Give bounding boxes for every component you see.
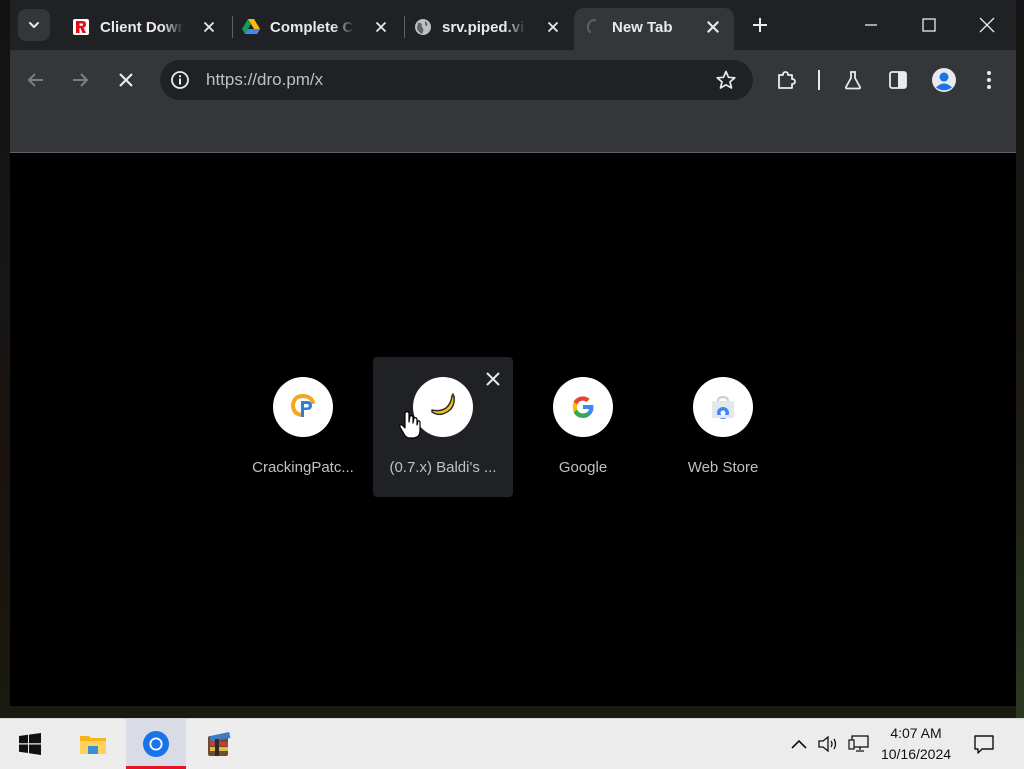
profile-avatar-icon (932, 68, 956, 92)
stop-loading-icon (119, 73, 133, 87)
new-tab-button[interactable] (748, 13, 772, 37)
tab-close-icon[interactable] (706, 20, 722, 36)
tab-title: Complete Client (270, 18, 354, 36)
bookmarks-bar (10, 110, 1016, 153)
shortcut-tile[interactable]: CrackingPatc... (233, 357, 373, 497)
desktop-edge (1016, 0, 1024, 718)
extensions-button[interactable] (772, 66, 800, 94)
tab-title: Client Downloads (100, 18, 184, 36)
volume-icon (818, 735, 837, 753)
side-panel-icon (889, 71, 907, 89)
taskbar-clock[interactable]: 4:07 AM 10/16/2024 (872, 723, 960, 765)
profile-button[interactable] (930, 66, 958, 94)
clock-time: 4:07 AM (890, 725, 942, 741)
start-button[interactable] (0, 719, 60, 769)
shortcut-tile[interactable]: Web Store (653, 357, 793, 497)
labs-button[interactable] (839, 66, 867, 94)
site-info-icon[interactable] (170, 70, 190, 90)
close-icon (486, 372, 500, 386)
r-logo-icon (72, 18, 90, 36)
archive-app-button[interactable] (189, 719, 249, 769)
tab-srv-piped[interactable]: srv.piped.video (404, 8, 572, 46)
network-button[interactable] (848, 733, 870, 755)
hand-cursor-icon (398, 410, 422, 440)
maximize-button[interactable] (900, 0, 958, 50)
close-window-button[interactable] (958, 0, 1016, 50)
menu-button[interactable] (975, 66, 1003, 94)
bookmark-star-icon[interactable] (715, 69, 737, 91)
puzzle-extensions-icon (778, 71, 796, 89)
google-g-icon (553, 377, 613, 437)
minimize-button[interactable] (842, 0, 900, 50)
chevron-down-icon (29, 22, 39, 28)
chrome-icon (143, 731, 169, 757)
tab-new-tab[interactable]: New Tab (574, 8, 734, 50)
show-hidden-icons-button[interactable] (788, 733, 810, 755)
archive-app-icon (208, 731, 231, 756)
network-icon (848, 735, 869, 752)
tab-close-icon[interactable] (372, 18, 390, 36)
chrome-taskbar-button[interactable] (126, 719, 186, 769)
forward-arrow-icon (73, 73, 89, 87)
shortcut-tile[interactable]: (0.7.x) Baldi's ... (373, 357, 513, 497)
shortcut-label: CrackingPatc... (252, 459, 354, 476)
taskbar: 4:07 AM 10/16/2024 (0, 718, 1024, 769)
maximize-icon (922, 18, 936, 32)
toolbar-divider (818, 70, 820, 90)
notifications-icon (974, 735, 994, 754)
chrome-web-store-icon (693, 377, 753, 437)
shortcut-tile[interactable]: Google (513, 357, 653, 497)
file-explorer-icon (80, 736, 106, 754)
tab-title: New Tab (612, 19, 673, 36)
tab-close-icon[interactable] (200, 18, 218, 36)
shortcut-label: Google (558, 459, 608, 476)
file-explorer-button[interactable] (63, 719, 123, 769)
shortcut-label: Web Store (687, 459, 759, 476)
tab-complete-client[interactable]: Complete Client (232, 8, 400, 46)
google-drive-icon (242, 18, 260, 36)
tab-title: srv.piped.video (442, 18, 526, 36)
close-window-icon (979, 17, 995, 33)
tab-strip: Client Downloads Complete Client (10, 0, 1016, 50)
loading-spinner-icon (586, 18, 604, 36)
back-button[interactable] (22, 66, 50, 94)
globe-icon (414, 18, 432, 36)
flask-labs-icon (844, 71, 862, 90)
side-panel-button[interactable] (884, 66, 912, 94)
minimize-icon (865, 24, 877, 26)
show-hidden-icons-chevron (791, 739, 807, 749)
new-tab-page: CrackingPatc... (0.7.x) Baldi's ... Goog… (10, 153, 1016, 706)
kebab-menu-icon (987, 71, 991, 89)
shortcut-label: (0.7.x) Baldi's ... (389, 459, 497, 476)
url-text: https://dro.pm/x (206, 70, 324, 89)
crackingpatching-icon (273, 377, 333, 437)
windows-start-icon (19, 733, 41, 755)
banana-icon (413, 377, 473, 437)
back-arrow-icon (27, 73, 43, 87)
notifications-button[interactable] (972, 732, 996, 756)
browser-window: Client Downloads Complete Client (10, 0, 1016, 706)
clock-date: 10/16/2024 (880, 746, 952, 762)
forward-button[interactable] (66, 66, 94, 94)
window-controls (842, 0, 1016, 50)
address-bar[interactable]: https://dro.pm/x (160, 60, 753, 100)
remove-shortcut-button[interactable] (483, 369, 503, 389)
navigation-toolbar: https://dro.pm/x (10, 50, 1016, 110)
stop-loading-button[interactable] (112, 66, 140, 94)
tab-client-downloads[interactable]: Client Downloads (60, 8, 228, 46)
tab-close-icon[interactable] (544, 18, 562, 36)
new-tab-plus-icon (753, 18, 767, 32)
volume-button[interactable] (817, 733, 839, 755)
tab-search-button[interactable] (18, 9, 50, 41)
